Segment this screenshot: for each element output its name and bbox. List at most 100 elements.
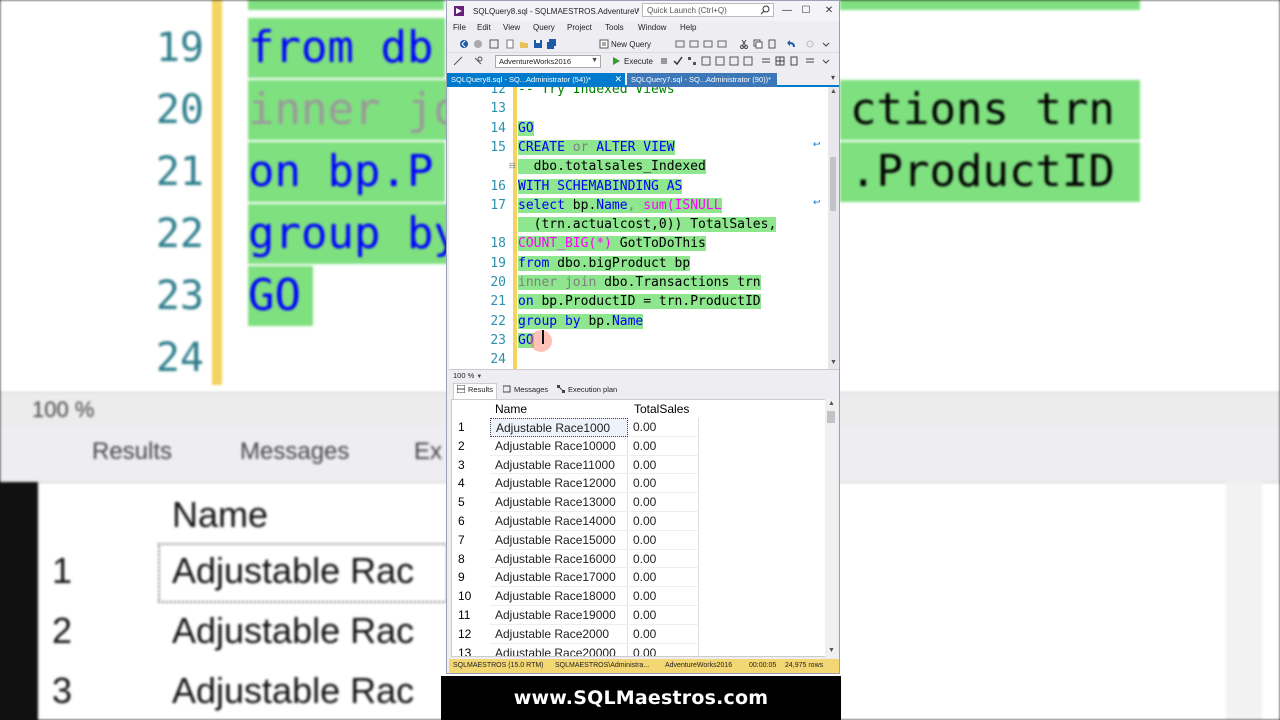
code-line[interactable]: -- Try Indexed Views [518, 87, 675, 99]
chevron-down-icon[interactable]: ▼ [476, 374, 482, 380]
table-row[interactable]: 6 Adjustable Race14000 0.00 [452, 512, 826, 531]
collapse-icon[interactable]: ⊟ [509, 161, 516, 170]
code-line[interactable]: inner join dbo.Transactions trn [518, 273, 761, 292]
cell-name[interactable]: Adjustable Race20000 [490, 643, 628, 656]
table-row[interactable]: 9 Adjustable Race17000 0.00 [452, 568, 826, 588]
query-tool-icon[interactable] [717, 39, 727, 49]
database-select[interactable]: AdventureWorks2016 ▼ [495, 55, 601, 68]
column-header-name[interactable]: Name [495, 400, 527, 418]
estimated-plan-icon[interactable] [687, 56, 697, 66]
minimize-button[interactable]: — [780, 4, 794, 18]
code-line[interactable]: CREATE or ALTER VIEW [518, 138, 675, 157]
code-line[interactable]: GO [518, 119, 534, 138]
results-grid[interactable]: Name TotalSales 1 Adjustable Race1000 0.00… [451, 399, 827, 657]
menu-edit[interactable]: Edit [477, 23, 491, 32]
copy-icon[interactable] [753, 39, 763, 49]
menu-query[interactable]: Query [533, 23, 555, 32]
new-file-icon[interactable] [505, 39, 515, 49]
row-number[interactable]: 9 [458, 568, 465, 587]
toolbar-overflow-icon[interactable] [821, 56, 831, 66]
results-to-grid-icon[interactable] [775, 56, 785, 66]
execute-button[interactable]: Execute [624, 57, 653, 66]
row-number[interactable]: 13 [458, 644, 471, 656]
cell-totalsales[interactable]: 0.00 [629, 549, 699, 569]
row-number[interactable]: 1 [458, 418, 465, 437]
intellisense-icon[interactable] [701, 56, 711, 66]
cell-name[interactable]: Adjustable Race14000 [490, 512, 628, 531]
query-tool-icon[interactable] [675, 39, 685, 49]
cell-name[interactable]: Adjustable Race15000 [490, 530, 628, 550]
cell-totalsales[interactable]: 0.00 [629, 455, 699, 475]
row-number[interactable]: 7 [458, 531, 465, 550]
table-row[interactable]: 1 Adjustable Race1000 0.00 [452, 418, 826, 437]
new-query-icon[interactable] [599, 39, 609, 49]
editor-scroll-thumb[interactable] [830, 157, 836, 211]
forward-icon[interactable] [473, 39, 483, 49]
code-line[interactable]: dbo.totalsales_Indexed [518, 157, 706, 176]
table-row[interactable]: 2 Adjustable Race10000 0.00 [452, 436, 826, 456]
cell-totalsales[interactable]: 0.00 [629, 624, 699, 644]
row-number[interactable]: 11 [458, 606, 470, 625]
row-number[interactable]: 10 [458, 587, 471, 606]
cell-totalsales[interactable]: 0.00 [629, 643, 699, 656]
editor-scrollbar[interactable]: ▲ ▼ [828, 87, 839, 369]
row-number[interactable]: 12 [458, 625, 471, 644]
table-row[interactable]: 12 Adjustable Race2000 0.00 [452, 624, 826, 644]
cell-name[interactable]: Adjustable Race1000 [490, 418, 628, 437]
quick-launch-input[interactable]: Quick Launch (Ctrl+Q) [642, 3, 774, 17]
code-line[interactable]: select bp.Name, sum(ISNULL [518, 196, 722, 215]
cancel-query-icon[interactable] [659, 56, 669, 66]
change-connection-icon[interactable] [473, 56, 483, 66]
results-to-file-icon[interactable] [789, 56, 799, 66]
toolbar-overflow-icon[interactable] [821, 39, 831, 49]
query-editor[interactable]: 12 13 14 15 16 17 18 19 20 21 22 23 24 -- Try Indexe… [449, 87, 829, 369]
close-button[interactable]: ✕ [822, 4, 836, 18]
cell-name[interactable]: Adjustable Race17000 [490, 568, 628, 588]
menu-window[interactable]: Window [638, 23, 666, 32]
tab-messages[interactable]: Messages [503, 385, 548, 394]
cell-totalsales[interactable]: 0.00 [629, 606, 699, 625]
cell-name[interactable]: Adjustable Race2000 [490, 624, 628, 644]
client-stats-icon[interactable] [743, 56, 753, 66]
results-to-text-icon[interactable] [761, 56, 771, 66]
code-line[interactable]: (trn.actualcost,0)) TotalSales, [518, 215, 777, 234]
table-row[interactable]: 10 Adjustable Race18000 0.00 [452, 587, 826, 606]
open-file-icon[interactable] [519, 39, 529, 49]
zoom-level[interactable]: 100 % [453, 371, 474, 380]
cut-icon[interactable] [739, 39, 749, 49]
row-number[interactable]: 6 [458, 512, 465, 531]
parse-icon[interactable] [673, 56, 683, 66]
table-row[interactable]: 13 Adjustable Race20000 0.00 [452, 643, 826, 656]
undo-icon[interactable] [787, 39, 797, 49]
cell-totalsales[interactable]: 0.00 [629, 587, 699, 606]
paste-icon[interactable] [767, 39, 777, 49]
cell-name[interactable]: Adjustable Race11000 [490, 455, 628, 475]
cell-totalsales[interactable]: 0.00 [629, 493, 699, 512]
grid-scrollbar[interactable]: ▲ ▼ [825, 399, 837, 657]
tab-results[interactable]: Results [453, 383, 498, 399]
menu-help[interactable]: Help [680, 23, 696, 32]
close-icon[interactable]: ✕ [614, 74, 622, 85]
scroll-down-icon[interactable]: ▼ [828, 647, 835, 654]
cell-name[interactable]: Adjustable Race19000 [490, 606, 628, 625]
comment-icon[interactable] [805, 56, 815, 66]
cell-totalsales[interactable]: 0.00 [629, 436, 699, 456]
table-row[interactable]: 11 Adjustable Race19000 0.00 [452, 606, 826, 625]
row-number[interactable]: 2 [458, 437, 465, 456]
table-row[interactable]: 8 Adjustable Race16000 0.00 [452, 549, 826, 569]
cell-totalsales[interactable]: 0.00 [629, 512, 699, 531]
table-row[interactable]: 3 Adjustable Race11000 0.00 [452, 455, 826, 475]
back-icon[interactable] [459, 39, 469, 49]
cell-name[interactable]: Adjustable Race10000 [490, 436, 628, 456]
new-query-button[interactable]: New Query [611, 40, 651, 49]
save-icon[interactable] [533, 39, 543, 49]
cell-totalsales[interactable]: 0.00 [629, 530, 699, 550]
scroll-up-icon[interactable]: ▲ [828, 400, 835, 407]
new-project-icon[interactable] [489, 39, 499, 49]
table-row[interactable]: 5 Adjustable Race13000 0.00 [452, 493, 826, 512]
tab-execution-plan[interactable]: Execution plan [557, 385, 617, 394]
code-line[interactable]: from dbo.bigProduct bp [518, 254, 691, 273]
row-number[interactable]: 8 [458, 550, 465, 569]
cell-name[interactable]: Adjustable Race18000 [490, 587, 628, 606]
code-line[interactable]: group by bp.Name [518, 312, 644, 331]
